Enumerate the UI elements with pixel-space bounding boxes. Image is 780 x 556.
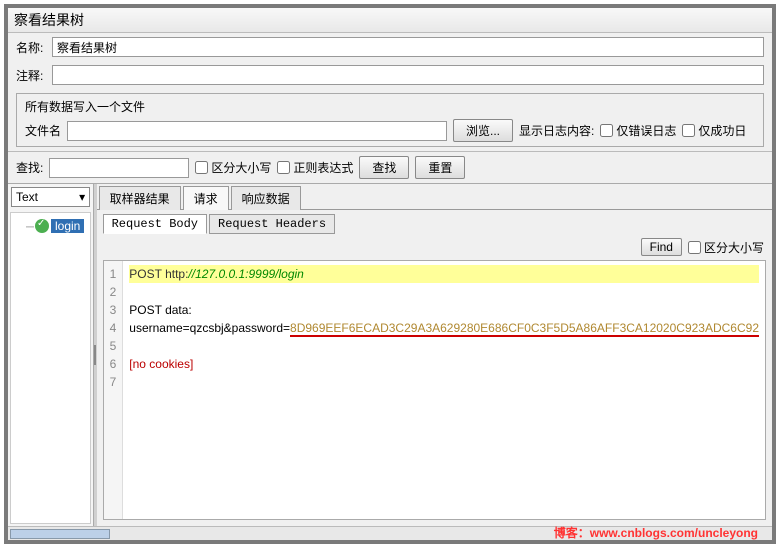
- file-output-panel: 所有数据写入一个文件 文件名 浏览... 显示日志内容: 仅错误日志 仅成功日: [16, 93, 764, 147]
- browse-button[interactable]: 浏览...: [453, 119, 513, 142]
- subtab-request-headers[interactable]: Request Headers: [209, 214, 335, 234]
- tab-response[interactable]: 响应数据: [231, 186, 301, 210]
- tab-sampler-result[interactable]: 取样器结果: [99, 186, 181, 210]
- reset-button[interactable]: 重置: [415, 156, 465, 179]
- search-button[interactable]: 查找: [359, 156, 409, 179]
- code-body: POST http://127.0.0.1:9999/login POST da…: [123, 261, 765, 519]
- comment-input[interactable]: [52, 65, 764, 85]
- file-output-header: 所有数据写入一个文件: [17, 94, 763, 115]
- search-label: 查找:: [16, 159, 43, 176]
- find-case-checkbox[interactable]: 区分大小写: [688, 239, 764, 256]
- find-bar: Find 区分大小写: [97, 234, 772, 260]
- error-only-checkbox[interactable]: 仅错误日志: [600, 122, 676, 139]
- comment-row: 注释:: [8, 61, 772, 89]
- renderer-dropdown[interactable]: Text ▾: [11, 187, 90, 207]
- tree-node-label: login: [51, 219, 84, 233]
- window-title: 察看结果树: [8, 8, 772, 33]
- name-label: 名称:: [16, 39, 48, 56]
- filename-input[interactable]: [67, 121, 447, 141]
- filename-label: 文件名: [25, 122, 61, 139]
- detail-tabs: 取样器结果 请求 响应数据: [97, 184, 772, 210]
- left-pane: Text ▾ ···· login: [8, 184, 94, 526]
- name-input[interactable]: [52, 37, 764, 57]
- chevron-down-icon: ▾: [79, 190, 85, 204]
- tree-connector-icon: ····: [25, 219, 33, 233]
- success-icon: [35, 219, 49, 233]
- log-content-label: 显示日志内容:: [519, 122, 594, 139]
- results-tree[interactable]: ···· login: [10, 212, 91, 524]
- request-subtabs: Request Body Request Headers: [97, 210, 772, 234]
- success-only-checkbox[interactable]: 仅成功日: [682, 122, 746, 139]
- search-input[interactable]: [49, 158, 189, 178]
- main-split: Text ▾ ···· login 取样器结果 请求 响应数据 Request …: [8, 183, 772, 526]
- tree-node-login[interactable]: ···· login: [15, 217, 86, 235]
- watermark: 博客：www.cnblogs.com/uncleyong: [554, 524, 758, 542]
- line-gutter: 1234567: [104, 261, 124, 519]
- tab-request[interactable]: 请求: [183, 186, 229, 210]
- main-window: 察看结果树 名称: 注释: 所有数据写入一个文件 文件名 浏览... 显示日志内…: [4, 4, 776, 544]
- name-row: 名称:: [8, 33, 772, 61]
- right-pane: 取样器结果 请求 响应数据 Request Body Request Heade…: [97, 184, 772, 526]
- request-body-viewer[interactable]: 1234567 POST http://127.0.0.1:9999/login…: [103, 260, 766, 520]
- find-button[interactable]: Find: [641, 238, 682, 256]
- subtab-request-body[interactable]: Request Body: [103, 214, 207, 234]
- comment-label: 注释:: [16, 67, 48, 84]
- case-sensitive-checkbox[interactable]: 区分大小写: [195, 159, 271, 176]
- regex-checkbox[interactable]: 正则表达式: [277, 159, 353, 176]
- search-bar: 查找: 区分大小写 正则表达式 查找 重置: [8, 151, 772, 183]
